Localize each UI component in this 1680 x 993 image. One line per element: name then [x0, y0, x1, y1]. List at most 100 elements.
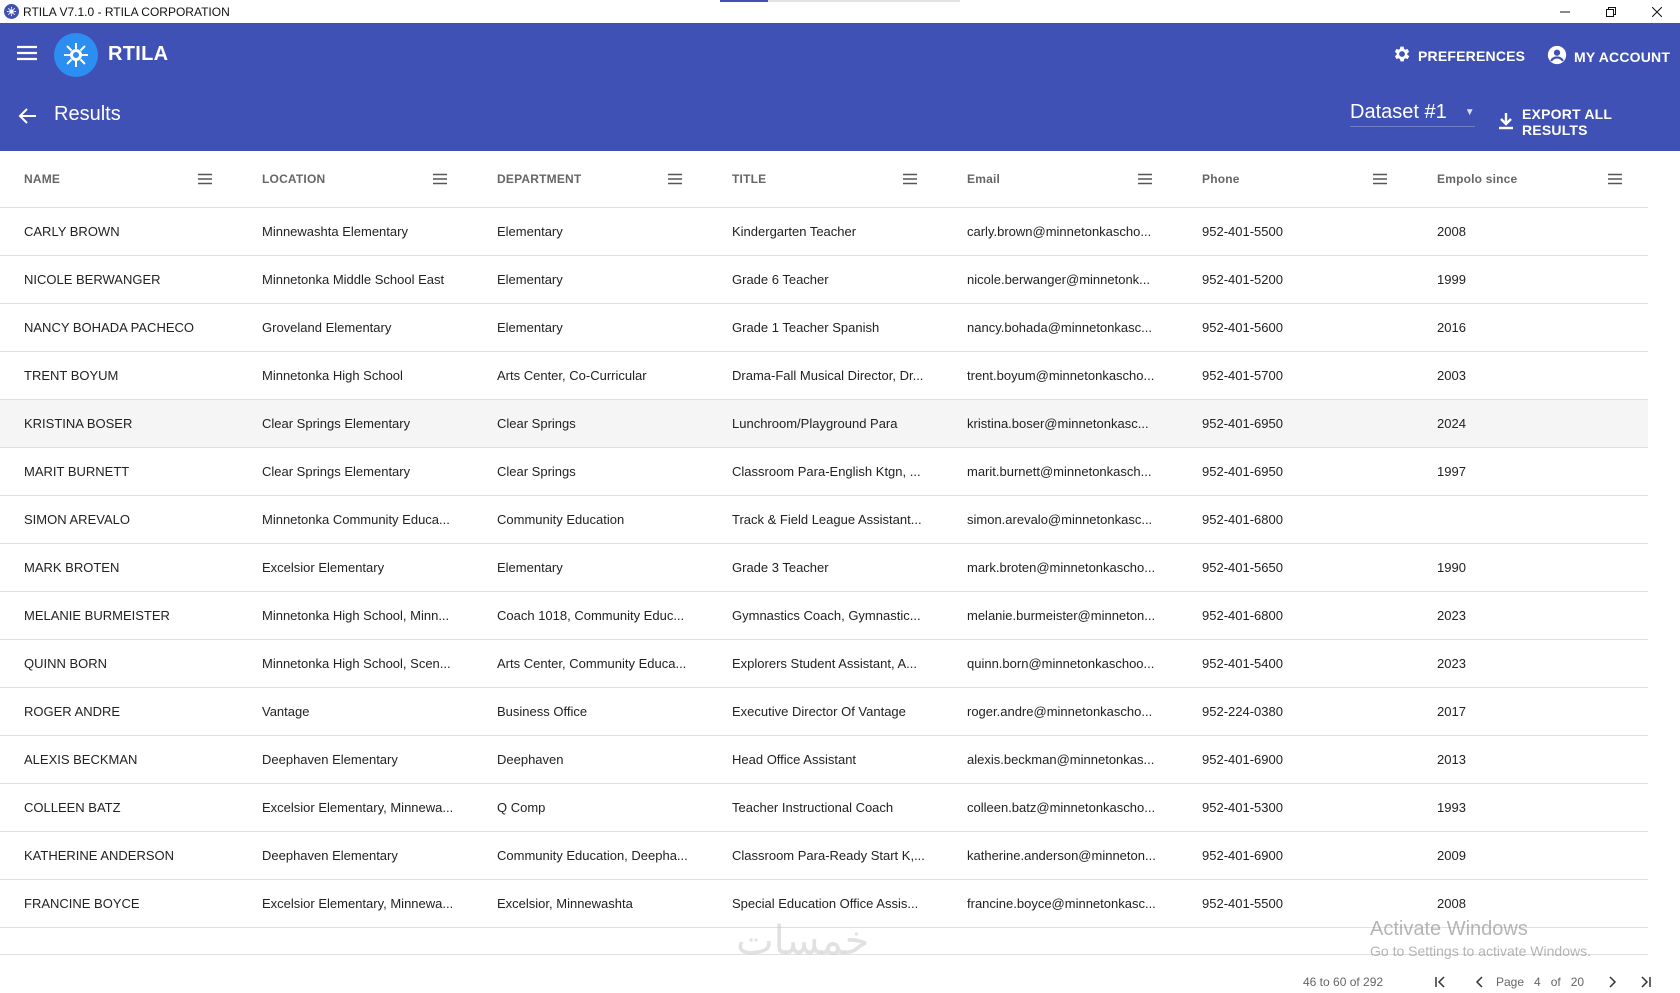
cell-email: roger.andre@minnetonkascho... [967, 704, 1153, 719]
table-row[interactable]: MARK BROTEN Excelsior Elementary Elementar… [0, 544, 1648, 592]
cell-phone: 952-401-6950 [1202, 464, 1283, 479]
cell-department: Elementary [497, 320, 563, 335]
cell-email: mark.broten@minnetonkascho... [967, 560, 1156, 575]
column-header-phone[interactable]: Phone [1202, 151, 1240, 207]
table-row[interactable]: COLLEEN BATZ Excelsior Elementary, Minnew… [0, 784, 1648, 832]
table-row[interactable]: SIMON AREVALO Minnetonka Community Educa.… [0, 496, 1648, 544]
close-window-button[interactable] [1634, 0, 1680, 23]
column-menu-icon[interactable] [903, 151, 919, 207]
cell-location: Minnetonka Community Educa... [262, 512, 450, 527]
table-row[interactable]: KATHERINE ANDERSON Deephaven Elementary Co… [0, 832, 1648, 880]
total-pages: 20 [1570, 975, 1585, 989]
dataset-select[interactable]: Dataset #1 ▼ [1350, 101, 1475, 127]
cell-location: Excelsior Elementary [262, 560, 385, 575]
table-row[interactable]: MELANIE BURMEISTER Minnetonka High School… [0, 592, 1648, 640]
column-header-location[interactable]: LOCATION [262, 151, 325, 207]
column-menu-icon[interactable] [198, 151, 214, 207]
my-account-button[interactable]: MY ACCOUNT [1546, 44, 1670, 69]
cell-phone: 952-401-5500 [1202, 896, 1283, 911]
cell-email: nancy.bohada@minnetonkasc... [967, 320, 1152, 335]
cell-email: trent.boyum@minnetonkascho... [967, 368, 1155, 383]
cell-email: francine.boyce@minnetonkasc... [967, 896, 1156, 911]
column-menu-icon[interactable] [668, 151, 684, 207]
window-title: RTILA V7.1.0 - RTILA CORPORATION [23, 4, 230, 19]
cell-email: melanie.burmeister@minneton... [967, 608, 1156, 623]
cell-location: Minnewashta Elementary [262, 224, 408, 239]
cell-location: Clear Springs Elementary [262, 464, 411, 479]
gear-icon [1392, 44, 1412, 67]
cell-title: Track & Field League Assistant... [732, 512, 922, 527]
column-menu-icon[interactable] [1373, 151, 1389, 207]
cell-department: Business Office [497, 704, 588, 719]
column-header-department[interactable]: DEPARTMENT [497, 151, 581, 207]
column-menu-icon[interactable] [433, 151, 449, 207]
cell-phone: 952-401-6900 [1202, 848, 1283, 863]
cell-phone: 952-401-5500 [1202, 224, 1283, 239]
restore-button[interactable] [1588, 0, 1634, 23]
cell-empolo-since: 2016 [1437, 320, 1466, 335]
cell-name: NANCY BOHADA PACHECO [24, 320, 195, 335]
last-page-icon[interactable] [1634, 972, 1658, 992]
page-title: Results [54, 103, 121, 125]
results-table: NAME LOCATION DEPARTMENT TITLE Email Phone Emp… [0, 151, 1648, 928]
cell-email: simon.arevalo@minnetonkasc... [967, 512, 1153, 527]
cell-name: QUINN BORN [24, 656, 108, 671]
cell-department: Arts Center, Co-Curricular [497, 368, 647, 383]
cell-department: Clear Springs [497, 464, 576, 479]
cell-email: nicole.berwanger@minnetonk... [967, 272, 1151, 287]
cell-empolo-since: 2023 [1437, 608, 1466, 623]
table-row[interactable]: KRISTINA BOSER Clear Springs Elementary Cl… [0, 400, 1648, 448]
table-row[interactable]: NANCY BOHADA PACHECO Groveland Elementary… [0, 304, 1648, 352]
next-page-icon[interactable] [1600, 972, 1624, 992]
app-header: RTILA PREFERENCES MY ACCOUNT Results Dat… [0, 23, 1680, 151]
table-row[interactable]: TRENT BOYUM Minnetonka High School Arts Ce… [0, 352, 1648, 400]
cell-department: Coach 1018, Community Educ... [497, 608, 685, 623]
table-row[interactable]: CARLY BROWN Minnewashta Elementary Element… [0, 208, 1648, 256]
cell-department: Elementary [497, 224, 563, 239]
cell-title: Kindergarten Teacher [732, 224, 857, 239]
preferences-button[interactable]: PREFERENCES [1392, 44, 1525, 67]
column-header-email[interactable]: Email [967, 151, 1000, 207]
column-header-empolo-since[interactable]: Empolo since [1437, 151, 1517, 207]
page-word: Page [1496, 975, 1525, 989]
cell-empolo-since: 1993 [1437, 800, 1466, 815]
cell-name: SIMON AREVALO [24, 512, 130, 527]
cell-phone: 952-224-0380 [1202, 704, 1283, 719]
table-row[interactable]: QUINN BORN Minnetonka High School, Scen..… [0, 640, 1648, 688]
first-page-icon[interactable] [1428, 972, 1452, 992]
cell-department: Excelsior, Minnewashta [497, 896, 633, 911]
table-row[interactable]: MARIT BURNETT Clear Springs Elementary Cle… [0, 448, 1648, 496]
table-header: NAME LOCATION DEPARTMENT TITLE Email Phone Emp… [0, 151, 1648, 208]
cell-title: Gymnastics Coach, Gymnastic... [732, 608, 921, 623]
table-row[interactable]: ALEXIS BECKMAN Deephaven Elementary Deepha… [0, 736, 1648, 784]
column-header-name[interactable]: NAME [24, 151, 60, 207]
cell-department: Community Education, Deepha... [497, 848, 688, 863]
cell-empolo-since: 1990 [1437, 560, 1466, 575]
cell-location: Minnetonka High School [262, 368, 403, 383]
activate-windows-title: Activate Windows [1370, 918, 1528, 940]
cell-phone: 952-401-6800 [1202, 512, 1283, 527]
loading-progress-bar [720, 0, 960, 2]
cell-phone: 952-401-5200 [1202, 272, 1283, 287]
cell-email: colleen.batz@minnetonkascho... [967, 800, 1156, 815]
table-row[interactable]: ROGER ANDRE Vantage Business Office Executi… [0, 688, 1648, 736]
back-arrow-icon[interactable] [18, 106, 38, 126]
cell-location: Excelsior Elementary, Minnewa... [262, 896, 454, 911]
table-row[interactable]: NICOLE BERWANGER Minnetonka Middle School… [0, 256, 1648, 304]
cell-department: Clear Springs [497, 416, 576, 431]
column-header-title[interactable]: TITLE [732, 151, 766, 207]
export-label: EXPORT ALL RESULTS [1522, 106, 1612, 138]
column-menu-icon[interactable] [1138, 151, 1154, 207]
previous-page-icon[interactable] [1468, 972, 1492, 992]
cell-empolo-since: 2008 [1437, 224, 1466, 239]
minimize-button[interactable] [1542, 0, 1588, 23]
hamburger-menu-icon[interactable] [16, 43, 40, 65]
cell-name: MARIT BURNETT [24, 464, 130, 479]
cell-phone: 952-401-6900 [1202, 752, 1283, 767]
column-menu-icon[interactable] [1608, 151, 1624, 207]
window-titlebar: RTILA V7.1.0 - RTILA CORPORATION [0, 0, 1680, 23]
export-all-results-button[interactable]: EXPORT ALL RESULTS [1498, 106, 1680, 138]
cell-location: Deephaven Elementary [262, 752, 398, 767]
cell-empolo-since: 2013 [1437, 752, 1466, 767]
cell-name: COLLEEN BATZ [24, 800, 121, 815]
